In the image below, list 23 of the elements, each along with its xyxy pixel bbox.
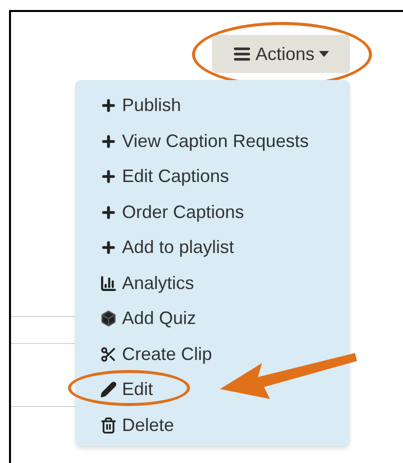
menu-item[interactable]: Create Clip <box>100 336 212 372</box>
menu-item[interactable]: Add to playlist <box>100 230 234 266</box>
trash-icon <box>100 416 117 434</box>
menu-item[interactable]: Publish <box>100 88 182 124</box>
plus-icon <box>100 239 117 256</box>
caret-icon <box>318 51 329 57</box>
menu-item[interactable]: Edit Captions <box>100 159 230 194</box>
actions-button[interactable]: Actions <box>212 35 350 73</box>
pencil-icon <box>100 381 117 398</box>
menu-item[interactable]: Edit <box>100 372 154 408</box>
plus-icon <box>100 97 117 114</box>
menu-item[interactable]: Add Quiz <box>100 301 196 336</box>
menu-item[interactable]: Delete <box>100 408 174 443</box>
cube-icon <box>100 310 117 328</box>
plus-icon <box>100 132 117 150</box>
menu-item[interactable]: Order Captions <box>100 194 244 230</box>
menu-item[interactable]: View Caption Requests <box>100 124 309 159</box>
menu-item[interactable]: Analytics <box>100 266 194 301</box>
list-icon <box>233 45 252 63</box>
plus-icon <box>100 168 117 186</box>
scissors-icon <box>100 346 117 363</box>
bar-chart-icon <box>100 274 117 292</box>
plus-icon <box>100 204 117 221</box>
